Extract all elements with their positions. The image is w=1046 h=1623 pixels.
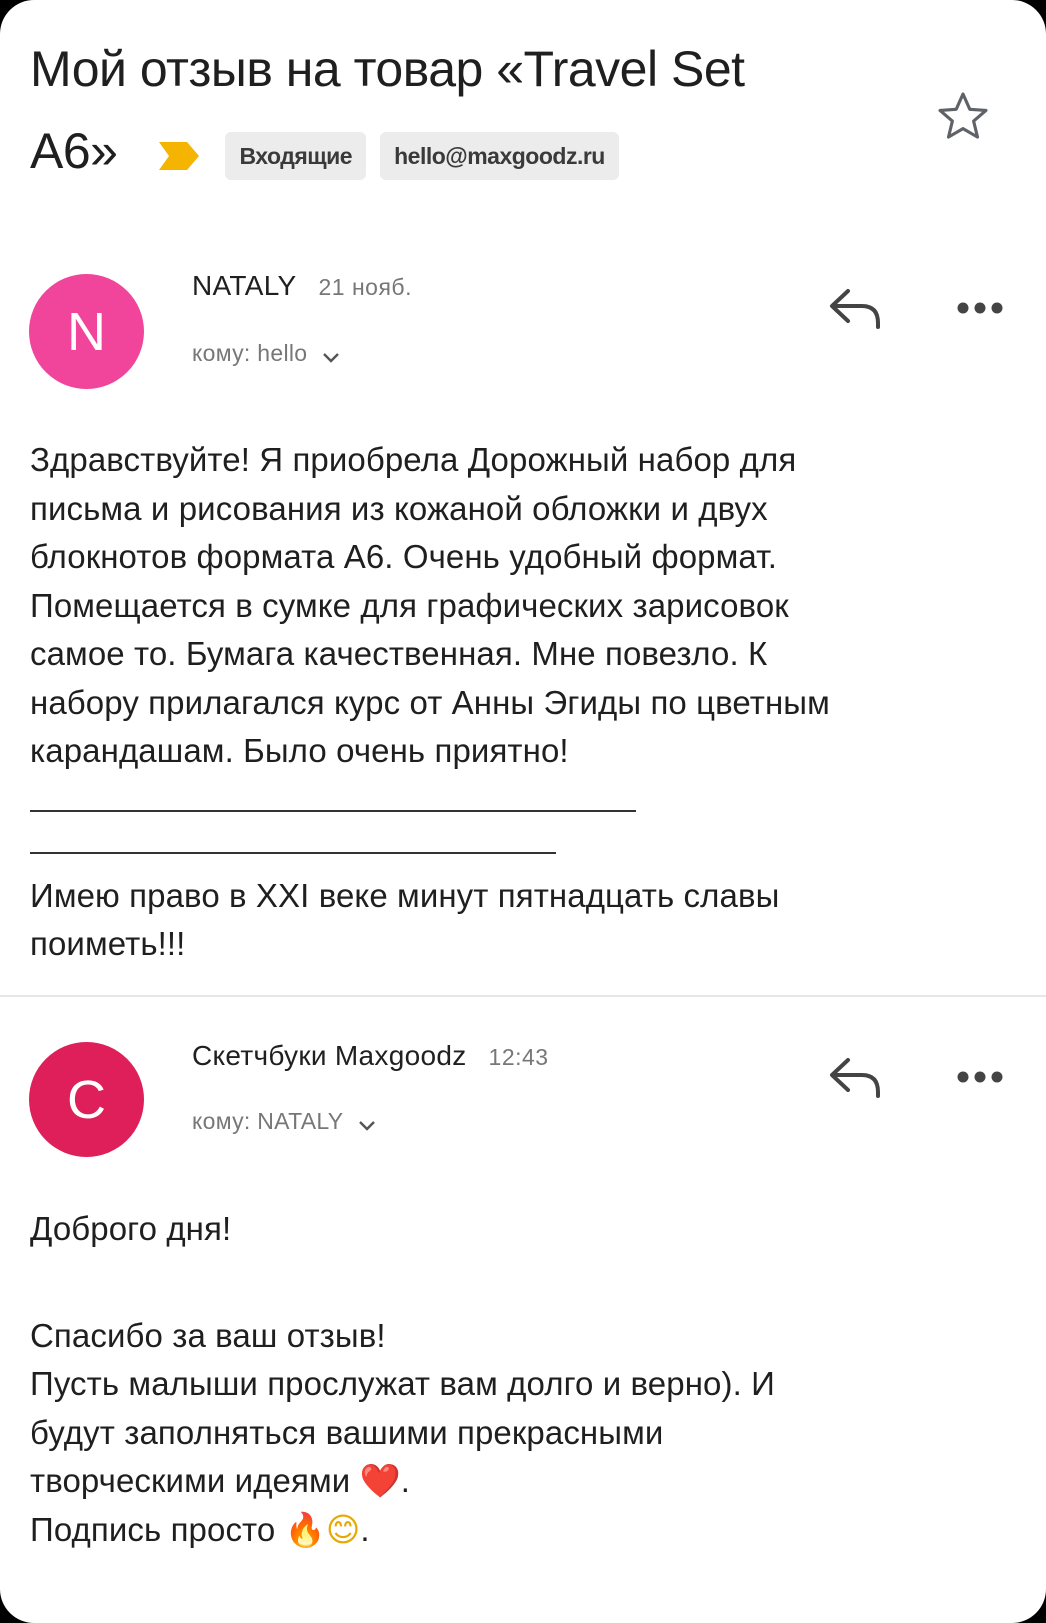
recipient-label: кому: NATALY — [192, 1108, 344, 1134]
importance-marker-icon[interactable] — [155, 136, 203, 176]
sender-name: Скетчбуки Maxgoodz — [192, 1040, 467, 1071]
sender-line[interactable]: NATALY 21 нояб. — [192, 270, 412, 302]
message-time: 21 нояб. — [318, 274, 412, 300]
avatar-letter: N — [67, 301, 106, 362]
body-line: Подпись просто 🔥😊. — [30, 1506, 1020, 1555]
star-icon[interactable] — [934, 88, 992, 146]
reply-icon[interactable] — [826, 1054, 884, 1100]
label-hello-maxgoodz[interactable]: hello@maxgoodz.ru — [380, 132, 619, 180]
body-line: блокнотов формата А6. Очень удобный форм… — [30, 538, 777, 575]
message-divider — [0, 995, 1046, 997]
more-icon[interactable] — [955, 298, 1005, 318]
signature-separator — [30, 851, 556, 854]
body-line: Здравствуйте! Я приобрела Дорожный набор… — [30, 441, 797, 478]
period: . — [400, 1462, 411, 1499]
chevron-down-icon — [323, 352, 340, 363]
signature-line: поиметь!!! — [30, 925, 186, 962]
avatar-letter: C — [67, 1069, 106, 1130]
body-line: самое то. Бумага качественная. Мне повез… — [30, 635, 768, 672]
sender-line[interactable]: Скетчбуки Maxgoodz 12:43 — [192, 1040, 549, 1072]
body-line: карандашам. Было очень приятно! — [30, 732, 569, 769]
body-line: будут заполняться вашими прекрасными — [30, 1413, 664, 1451]
body-line: Помещается в сумке для графических зарис… — [30, 586, 789, 624]
body-text: Подпись просто — [30, 1510, 276, 1548]
label-inbox[interactable]: Входящие — [225, 132, 367, 180]
message-body: Доброго дня! Спасибо за ваш отзыв! Пусть… — [30, 1205, 1020, 1554]
more-icon[interactable] — [955, 1067, 1005, 1087]
greeting-line: Доброго дня! — [30, 1210, 232, 1247]
body-line: творческими идеями ❤️. — [30, 1457, 1020, 1506]
chevron-down-icon — [359, 1120, 376, 1131]
heart-emoji: ❤️ — [359, 1461, 401, 1500]
message-time: 12:43 — [488, 1044, 549, 1070]
avatar[interactable]: N — [29, 274, 144, 389]
email-thread-card: Мой отзыв на товар «Travel Set A6» Входя… — [0, 0, 1046, 1623]
body-text: творческими идеями — [30, 1462, 351, 1499]
message-body: Здравствуйте! Я приобрела Дорожный набор… — [30, 436, 1020, 969]
email-subject: Мой отзыв на товар «Travel Set A6» Входя… — [30, 28, 910, 192]
fire-emoji: 🔥 — [284, 1509, 326, 1549]
signature-line: Имею право в XXI веке минут пятнадцать с… — [30, 876, 780, 914]
body-line: Пусть малыши прослужат вам долго и верно… — [30, 1365, 775, 1402]
signature-separator — [30, 809, 636, 812]
recipient-label: кому: hello — [192, 340, 308, 366]
reply-icon[interactable] — [826, 285, 884, 331]
subject-line-2: A6» — [30, 123, 118, 179]
sender-name: NATALY — [192, 270, 297, 301]
subject-line-1: Мой отзыв на товар «Travel Set — [30, 41, 745, 97]
recipient-toggle[interactable]: кому: NATALY — [192, 1108, 377, 1135]
body-line: набору прилагался курс от Анны Эгиды по … — [30, 683, 830, 721]
period: . — [360, 1510, 370, 1548]
recipient-toggle[interactable]: кому: hello — [192, 340, 341, 367]
body-line: письма и рисования из кожаной обложки и … — [30, 489, 768, 527]
body-line: Спасибо за ваш отзыв! — [30, 1316, 386, 1354]
avatar[interactable]: C — [29, 1042, 144, 1157]
smile-emoji: 😊 — [325, 1509, 361, 1549]
